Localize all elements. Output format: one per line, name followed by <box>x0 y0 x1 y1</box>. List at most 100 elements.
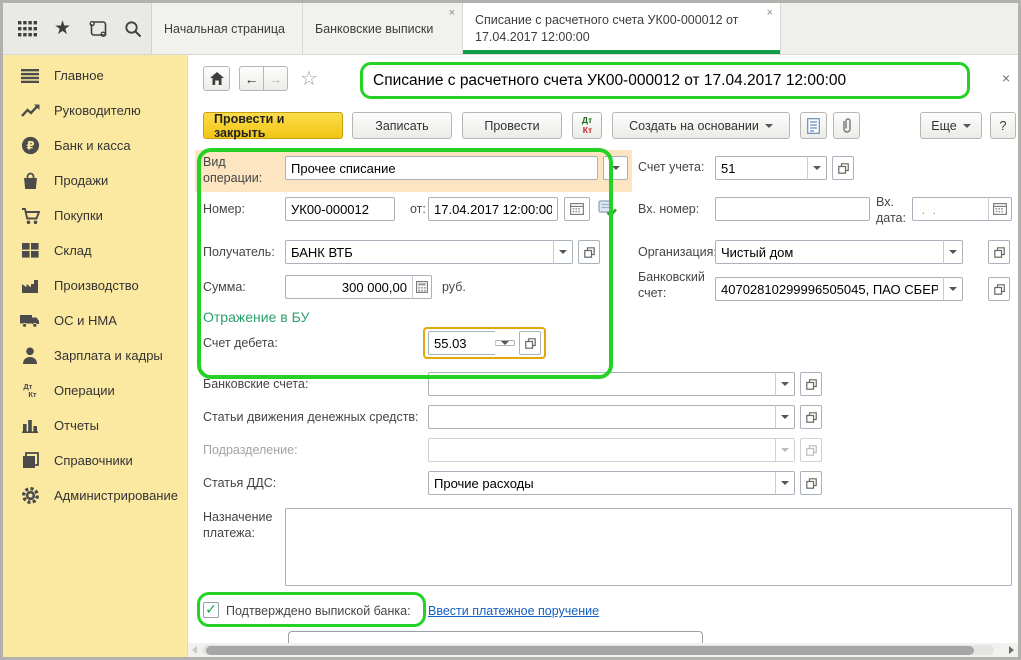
sidebar-item-label: ОС и НМА <box>54 313 117 328</box>
dds-item-input[interactable] <box>428 471 775 495</box>
bank-accounts-field-group <box>428 372 795 396</box>
account-field-group <box>715 156 827 180</box>
sidebar-item-operations[interactable]: ДтКт Операции <box>3 373 187 408</box>
sidebar-item-label: Отчеты <box>54 418 99 433</box>
attachments-button[interactable] <box>833 112 860 139</box>
back-button[interactable]: ← <box>239 66 264 91</box>
home-button[interactable] <box>203 66 230 91</box>
sidebar-item-warehouse[interactable]: Склад <box>3 233 187 268</box>
department-open-button[interactable] <box>800 438 822 462</box>
bank-accounts-dropdown-button[interactable] <box>775 372 795 396</box>
open-icon <box>806 379 817 390</box>
debit-account-field-group <box>423 327 546 359</box>
organization-input[interactable] <box>715 240 943 264</box>
search-icon[interactable] <box>124 20 142 38</box>
cash-flow-items-input[interactable] <box>428 405 775 429</box>
horizontal-scrollbar <box>188 643 1018 657</box>
incoming-date-input[interactable] <box>912 197 988 221</box>
tab-home[interactable]: Начальная страница <box>152 3 303 54</box>
dds-item-open-button[interactable] <box>800 471 822 495</box>
open-icon <box>525 338 536 349</box>
confirmed-checkbox[interactable]: ✓ <box>203 602 219 618</box>
scroll-left-arrow-icon[interactable] <box>192 646 197 654</box>
account-open-button[interactable] <box>832 156 854 180</box>
menu-grid-icon[interactable] <box>18 21 37 37</box>
sidebar-item-sales[interactable]: Продажи <box>3 163 187 198</box>
amount-input[interactable] <box>285 275 412 299</box>
create-based-on-button[interactable]: Создать на основании <box>612 112 790 139</box>
bank-accounts-open-button[interactable] <box>800 372 822 396</box>
favorite-star-icon[interactable]: ☆ <box>300 69 318 89</box>
sidebar-item-main[interactable]: Главное <box>3 58 187 93</box>
check-icon: ✓ <box>205 602 217 616</box>
post-button[interactable]: Провести <box>462 112 562 139</box>
document-report-button[interactable] <box>800 112 827 139</box>
department-label: Подразделение: <box>203 443 298 459</box>
forward-button[interactable]: → <box>263 66 288 91</box>
bank-account-dropdown-button[interactable] <box>943 277 963 301</box>
department-input[interactable] <box>428 438 775 462</box>
close-form-icon[interactable]: × <box>1002 71 1010 85</box>
dropdown-arrow-icon <box>781 382 789 386</box>
help-button[interactable]: ? <box>990 112 1016 139</box>
sidebar-item-administration[interactable]: Администрирование <box>3 478 187 513</box>
date-input[interactable] <box>428 197 558 221</box>
save-button[interactable]: Записать <box>352 112 452 139</box>
document-form: ← → ☆ Списание с расчетного счета УК00-0… <box>188 55 1018 657</box>
operation-kind-dropdown-button[interactable] <box>603 156 628 180</box>
enter-payment-order-link[interactable]: Ввести платежное поручение <box>428 604 599 618</box>
amount-calculator-button[interactable] <box>412 275 432 299</box>
cash-flow-items-open-button[interactable] <box>800 405 822 429</box>
date-calendar-button[interactable] <box>564 197 590 221</box>
set-date-icon[interactable] <box>598 199 617 222</box>
payee-dropdown-button[interactable] <box>553 240 573 264</box>
tab-bank-statements-label: Банковские выписки <box>315 22 433 36</box>
favorites-star-icon[interactable]: ★ <box>54 19 71 38</box>
tab-close-icon[interactable]: × <box>449 8 455 19</box>
payment-purpose-textarea[interactable] <box>285 508 1012 586</box>
number-input[interactable] <box>285 197 395 221</box>
sidebar-item-manager[interactable]: Руководителю <box>3 93 187 128</box>
tab-bank-statements[interactable]: Банковские выписки × <box>303 3 463 54</box>
tab-writeoff-document[interactable]: Списание с расчетного счета УК00-000012 … <box>463 3 781 54</box>
cash-flow-items-dropdown-button[interactable] <box>775 405 795 429</box>
tab-close-icon[interactable]: × <box>767 8 773 19</box>
history-scroll-icon[interactable] <box>88 20 107 38</box>
incoming-number-input[interactable] <box>715 197 870 221</box>
scrollbar-thumb[interactable] <box>206 646 974 655</box>
bank-account-input[interactable] <box>715 277 943 301</box>
dtkt-postings-button[interactable]: ДтКт <box>572 112 602 139</box>
account-input[interactable] <box>715 156 807 180</box>
sidebar-item-production[interactable]: Производство <box>3 268 187 303</box>
post-and-close-button[interactable]: Провести и закрыть <box>203 112 343 139</box>
organization-dropdown-button[interactable] <box>943 240 963 264</box>
home-icon <box>210 72 224 85</box>
sidebar-item-purchases[interactable]: Покупки <box>3 198 187 233</box>
department-dropdown-button[interactable] <box>775 438 795 462</box>
sidebar-item-payroll-hr[interactable]: Зарплата и кадры <box>3 338 187 373</box>
debit-account-open-button[interactable] <box>519 331 541 355</box>
organization-open-button[interactable] <box>988 240 1010 264</box>
dds-item-dropdown-button[interactable] <box>775 471 795 495</box>
scroll-right-arrow-icon[interactable] <box>1009 646 1014 654</box>
sidebar-item-directories[interactable]: Справочники <box>3 443 187 478</box>
operation-kind-input[interactable] <box>285 156 598 180</box>
sidebar-item-bank-cash[interactable]: ₽ Банк и касса <box>3 128 187 163</box>
payee-open-button[interactable] <box>578 240 600 264</box>
incoming-date-calendar-button[interactable] <box>988 197 1012 221</box>
sidebar-item-fixed-assets[interactable]: ОС и НМА <box>3 303 187 338</box>
bank-accounts-input[interactable] <box>428 372 775 396</box>
open-icon <box>994 247 1005 258</box>
number-label: Номер: <box>203 202 245 218</box>
tab-writeoff-label: Списание с расчетного счета УК00-000012 … <box>475 12 754 45</box>
bu-section-title: Отражение в БУ <box>203 309 309 325</box>
gear-icon <box>20 486 40 506</box>
sidebar-item-reports[interactable]: Отчеты <box>3 408 187 443</box>
dds-item-label: Статья ДДС: <box>203 476 276 492</box>
account-dropdown-button[interactable] <box>807 156 827 180</box>
debit-account-input[interactable] <box>428 331 495 355</box>
debit-account-dropdown-button[interactable] <box>495 340 515 346</box>
bank-account-open-button[interactable] <box>988 277 1010 301</box>
payee-input[interactable] <box>285 240 553 264</box>
more-button[interactable]: Еще <box>920 112 982 139</box>
